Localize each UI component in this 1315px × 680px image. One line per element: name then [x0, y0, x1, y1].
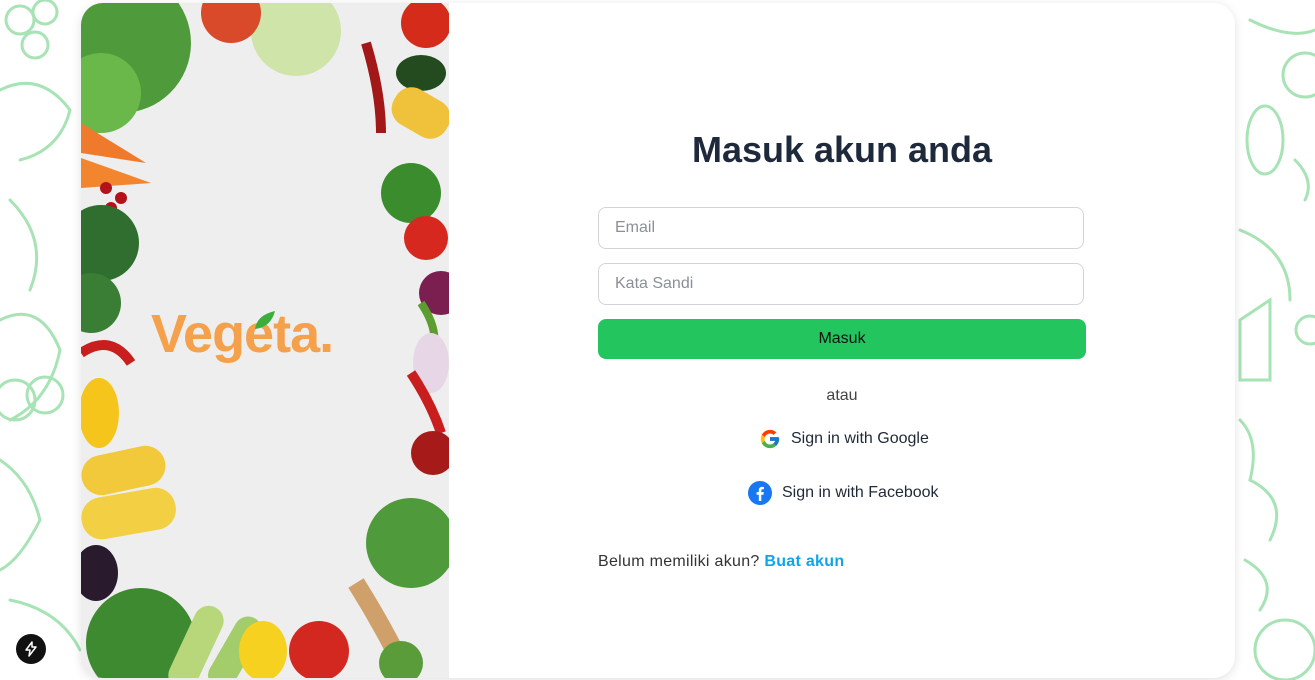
- facebook-signin-label: Sign in with Facebook: [782, 484, 939, 501]
- brand-logo: Vegeta.: [151, 304, 334, 364]
- email-field[interactable]: [598, 207, 1084, 249]
- signup-prompt-text: Belum memiliki akun?: [598, 553, 760, 570]
- login-card: Vegeta. Masuk akun anda Masuk atau Sign …: [81, 3, 1235, 678]
- create-account-link[interactable]: Buat akun: [764, 553, 844, 570]
- google-icon: [760, 429, 780, 449]
- hero-image: Vegeta.: [81, 3, 449, 678]
- page-title: Masuk akun anda: [691, 129, 993, 170]
- login-panel: Masuk akun anda Masuk atau Sign in with …: [449, 3, 1235, 678]
- signup-prompt: Belum memiliki akun? Buat akun: [598, 553, 844, 571]
- google-signin-button[interactable]: Sign in with Google: [759, 428, 929, 450]
- password-field[interactable]: [598, 263, 1084, 305]
- nextjs-badge-icon[interactable]: [16, 634, 46, 664]
- google-signin-label: Sign in with Google: [791, 430, 929, 447]
- lightning-icon: [25, 641, 37, 657]
- login-button[interactable]: Masuk: [598, 319, 1086, 359]
- facebook-signin-button[interactable]: Sign in with Facebook: [748, 481, 939, 505]
- leaf-icon: [255, 311, 275, 329]
- facebook-icon: [748, 481, 772, 505]
- or-divider: atau: [826, 387, 858, 404]
